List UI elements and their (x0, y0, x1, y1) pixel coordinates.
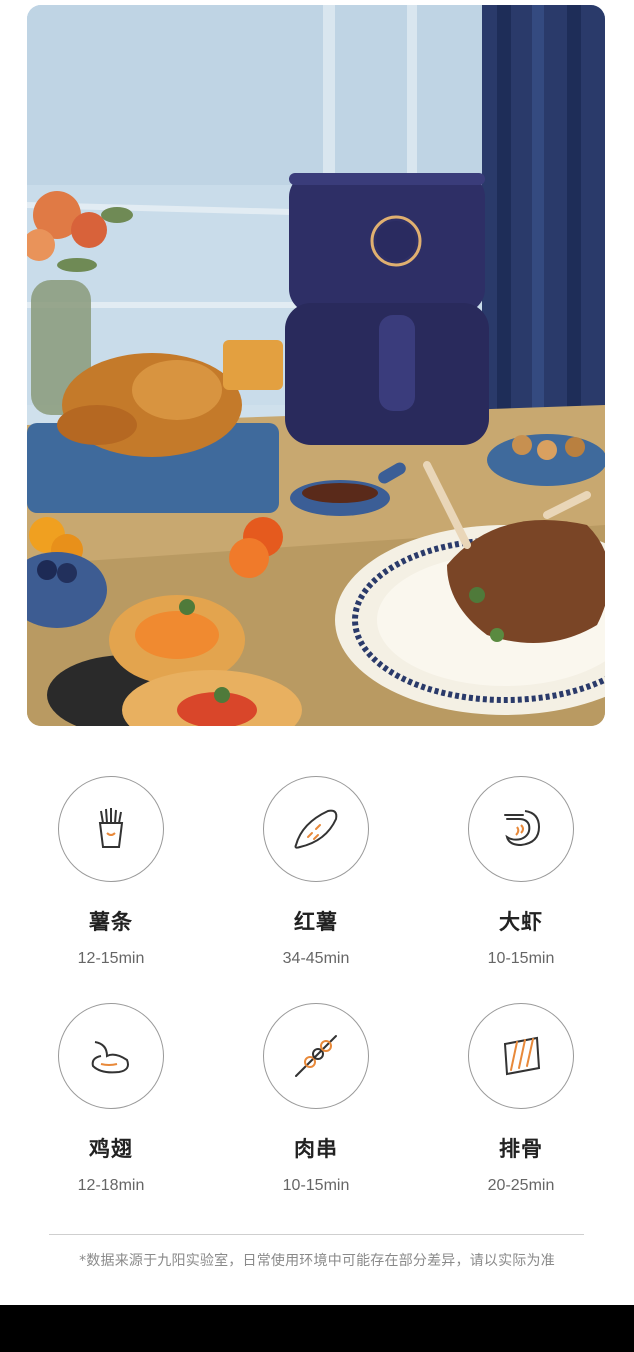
skewer-icon (295, 1035, 337, 1077)
cook-time: 34-45min (282, 950, 350, 967)
food-icon-circle (468, 776, 574, 882)
food-name: 排骨 (499, 1137, 543, 1161)
cook-time: 12-18min (77, 1177, 145, 1194)
cook-time: 12-15min (77, 950, 145, 967)
food-item-skewer: 肉串 10-15min (246, 1003, 386, 1195)
sweet-potato-icon (294, 809, 338, 849)
food-name: 鸡翅 (89, 1137, 133, 1161)
footnote: *数据来源于九阳实验室，日常使用环境中可能存在部分差异，请以实际为准 (79, 1253, 555, 1269)
food-item-shrimp: 大虾 10-15min (451, 776, 591, 968)
food-name: 大虾 (499, 910, 543, 934)
divider (49, 1234, 584, 1235)
shrimp-icon (504, 810, 541, 847)
fries-icon (98, 808, 124, 848)
bottom-black-bar (0, 1305, 634, 1352)
food-name: 肉串 (294, 1137, 338, 1161)
cook-time: 10-15min (487, 950, 555, 967)
food-name: 红薯 (294, 910, 338, 934)
food-item-chicken-wing: 鸡翅 12-18min (41, 1003, 181, 1195)
hero-product-image (27, 5, 605, 726)
cook-time: 20-25min (487, 1177, 555, 1194)
food-name: 薯条 (89, 910, 133, 934)
cook-time: 10-15min (282, 1177, 350, 1194)
chicken-wing-icon (91, 1041, 129, 1074)
food-item-fries: 薯条 12-15min (41, 776, 181, 968)
food-item-sweet-potato: 红薯 34-45min (246, 776, 386, 968)
food-icon-circle (468, 1003, 574, 1109)
ribs-icon (503, 1036, 541, 1076)
food-icon-circle (58, 776, 164, 882)
food-icon-circle (58, 1003, 164, 1109)
food-item-ribs: 排骨 20-25min (451, 1003, 591, 1195)
food-icon-circle (263, 776, 369, 882)
food-icon-circle (263, 1003, 369, 1109)
